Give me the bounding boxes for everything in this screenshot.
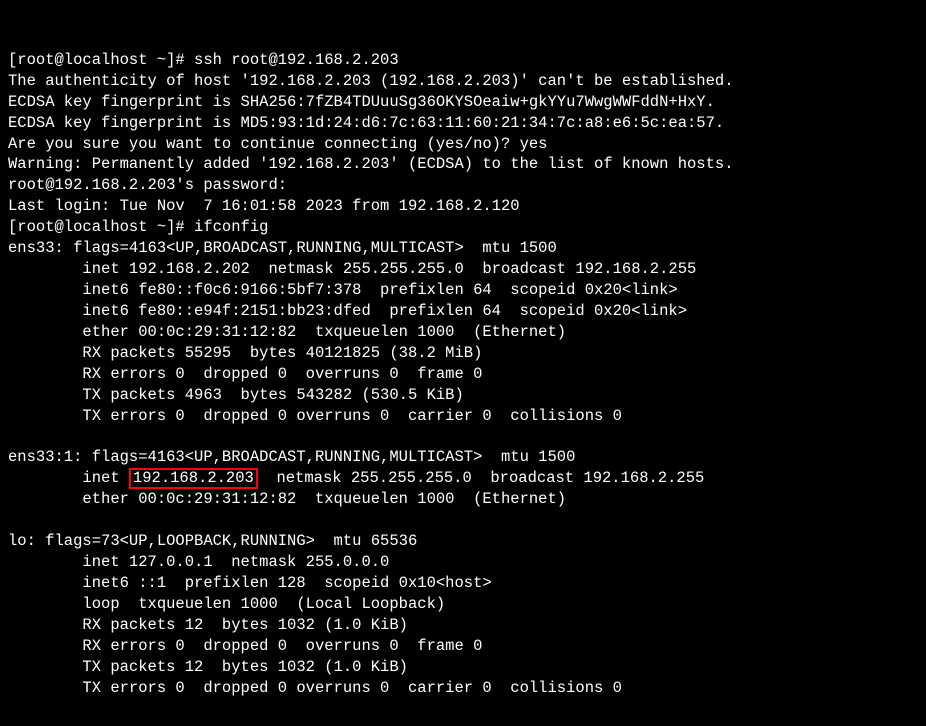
terminal-line: TX errors 0 dropped 0 overruns 0 carrier… bbox=[8, 679, 622, 697]
terminal-line: Are you sure you want to continue connec… bbox=[8, 135, 548, 153]
terminal-line: inet6 fe80::e94f:2151:bb23:dfed prefixle… bbox=[8, 302, 687, 320]
terminal-line: TX packets 4963 bytes 543282 (530.5 KiB) bbox=[8, 386, 464, 404]
terminal-line: ens33:1: flags=4163<UP,BROADCAST,RUNNING… bbox=[8, 448, 575, 466]
terminal-line: RX errors 0 dropped 0 overruns 0 frame 0 bbox=[8, 637, 482, 655]
terminal-line: ECDSA key fingerprint is SHA256:7fZB4TDU… bbox=[8, 93, 715, 111]
terminal-line: root@192.168.2.203's password: bbox=[8, 176, 287, 194]
terminal-line: inet 127.0.0.1 netmask 255.0.0.0 bbox=[8, 553, 389, 571]
terminal-line: RX packets 55295 bytes 40121825 (38.2 Mi… bbox=[8, 344, 482, 362]
highlighted-ip: 192.168.2.203 bbox=[129, 468, 258, 489]
terminal-line: ens33: flags=4163<UP,BROADCAST,RUNNING,M… bbox=[8, 239, 557, 257]
terminal-line: [root@localhost ~]# ifconfig bbox=[8, 218, 268, 236]
terminal-line: inet6 fe80::f0c6:9166:5bf7:378 prefixlen… bbox=[8, 281, 678, 299]
terminal-line-suffix: netmask 255.255.255.0 broadcast 192.168.… bbox=[258, 469, 704, 487]
terminal-line: RX errors 0 dropped 0 overruns 0 frame 0 bbox=[8, 365, 482, 383]
terminal-line: [root@localhost ~]# ssh root@192.168.2.2… bbox=[8, 51, 399, 69]
terminal-line-prefix: inet bbox=[8, 469, 129, 487]
terminal-line: TX packets 12 bytes 1032 (1.0 KiB) bbox=[8, 658, 408, 676]
terminal-line: loop txqueuelen 1000 (Local Loopback) bbox=[8, 595, 445, 613]
terminal-line: ether 00:0c:29:31:12:82 txqueuelen 1000 … bbox=[8, 490, 566, 508]
terminal-line: ether 00:0c:29:31:12:82 txqueuelen 1000 … bbox=[8, 323, 566, 341]
terminal-line: ECDSA key fingerprint is MD5:93:1d:24:d6… bbox=[8, 114, 724, 132]
terminal-line: Warning: Permanently added '192.168.2.20… bbox=[8, 155, 734, 173]
terminal-line: The authenticity of host '192.168.2.203 … bbox=[8, 72, 734, 90]
terminal-line: inet 192.168.2.202 netmask 255.255.255.0… bbox=[8, 260, 696, 278]
terminal-line: RX packets 12 bytes 1032 (1.0 KiB) bbox=[8, 616, 408, 634]
terminal-line: inet6 ::1 prefixlen 128 scopeid 0x10<hos… bbox=[8, 574, 492, 592]
terminal-line: TX errors 0 dropped 0 overruns 0 carrier… bbox=[8, 407, 622, 425]
terminal-line: lo: flags=73<UP,LOOPBACK,RUNNING> mtu 65… bbox=[8, 532, 417, 550]
terminal-line: Last login: Tue Nov 7 16:01:58 2023 from… bbox=[8, 197, 520, 215]
